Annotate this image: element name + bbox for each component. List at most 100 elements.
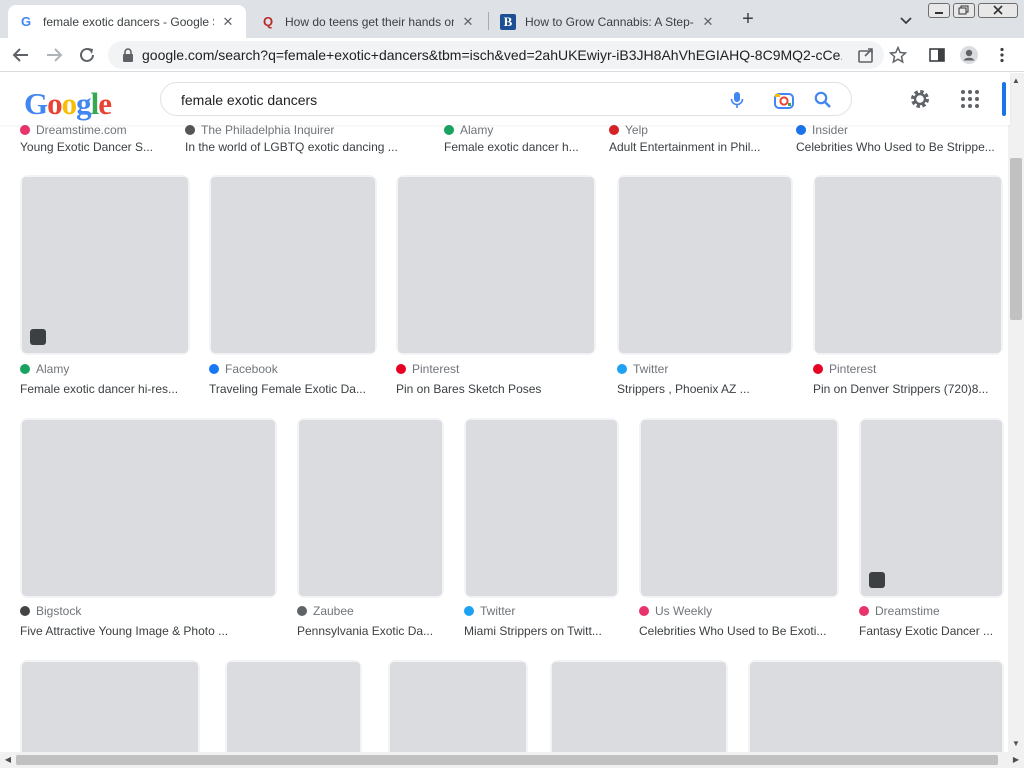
- result-title[interactable]: Celebrities Who Used to Be Exoti...: [639, 624, 839, 638]
- source-favicon-icon: [20, 606, 30, 616]
- close-tab-icon[interactable]: ✕: [220, 14, 236, 30]
- result-source[interactable]: Facebook: [209, 362, 278, 376]
- source-favicon-icon: [185, 125, 195, 135]
- bookmark-button[interactable]: [886, 43, 910, 67]
- google-header: Google female exotic dancers: [0, 73, 1010, 125]
- image-placeholder: [390, 662, 526, 752]
- image-thumbnail[interactable]: [225, 660, 362, 752]
- apps-grid-icon: [961, 90, 979, 108]
- tab-bing[interactable]: B How to Grow Cannabis: A Step-B ✕: [490, 5, 726, 38]
- reload-button[interactable]: [75, 43, 99, 67]
- result-title[interactable]: Female exotic dancer hi-res...: [20, 382, 190, 396]
- scroll-down-arrow[interactable]: ▼: [1008, 736, 1024, 752]
- image-placeholder: [861, 420, 1002, 596]
- result-source[interactable]: Twitter: [617, 362, 668, 376]
- browser-toolbar: google.com/search?q=female+exotic+dancer…: [0, 38, 1024, 72]
- source-name: Us Weekly: [655, 604, 713, 618]
- horizontal-scroll-thumb[interactable]: [16, 755, 998, 765]
- result-title[interactable]: Pin on Bares Sketch Poses: [396, 382, 596, 396]
- result-title[interactable]: Pennsylvania Exotic Da...: [297, 624, 444, 638]
- address-bar[interactable]: google.com/search?q=female+exotic+dancer…: [108, 41, 884, 69]
- result-source[interactable]: The Philadelphia Inquirer: [185, 125, 334, 137]
- apps-button[interactable]: [958, 87, 982, 111]
- image-thumbnail[interactable]: [464, 418, 619, 598]
- image-thumbnail[interactable]: [20, 418, 277, 598]
- settings-button[interactable]: [908, 87, 932, 111]
- image-thumbnail[interactable]: [388, 660, 528, 752]
- image-thumbnail[interactable]: [813, 175, 1003, 355]
- profile-button[interactable]: [957, 43, 981, 67]
- result-source[interactable]: Dreamstime.com: [20, 125, 127, 137]
- image-placeholder: [466, 420, 617, 596]
- result-title[interactable]: In the world of LGBTQ exotic dancing ...: [185, 140, 425, 154]
- tab-google-search[interactable]: G female exotic dancers - Google S ✕: [8, 5, 246, 38]
- result-source[interactable]: Bigstock: [20, 604, 81, 618]
- tab-quora[interactable]: Q How do teens get their hands on ✕: [250, 5, 486, 38]
- result-source[interactable]: Dreamstime: [859, 604, 940, 618]
- result-source[interactable]: Alamy: [444, 125, 493, 137]
- result-title[interactable]: Adult Entertainment in Phil...: [609, 140, 769, 154]
- image-thumbnail[interactable]: [859, 418, 1004, 598]
- result-source[interactable]: Us Weekly: [639, 604, 712, 618]
- sign-in-button-edge[interactable]: [1002, 82, 1006, 116]
- scroll-left-arrow[interactable]: ◀: [0, 752, 16, 768]
- image-thumbnail[interactable]: [550, 660, 728, 752]
- result-source[interactable]: Pinterest: [813, 362, 876, 376]
- search-input[interactable]: female exotic dancers: [181, 92, 317, 108]
- image-thumbnail[interactable]: [396, 175, 596, 355]
- result-source[interactable]: Insider: [796, 125, 848, 137]
- minimize-button[interactable]: [928, 3, 950, 18]
- result-source[interactable]: Pinterest: [396, 362, 459, 376]
- close-tab-icon[interactable]: ✕: [460, 14, 476, 30]
- minimize-icon: [935, 12, 943, 14]
- result-title[interactable]: Five Attractive Young Image & Photo ...: [20, 624, 277, 638]
- tab-divider: [488, 12, 489, 30]
- close-icon: [993, 5, 1003, 15]
- result-title[interactable]: Strippers , Phoenix AZ ...: [617, 382, 793, 396]
- result-title[interactable]: Celebrities Who Used to Be Strippe...: [796, 140, 996, 154]
- quora-icon: Q: [262, 14, 274, 29]
- search-button[interactable]: [813, 90, 833, 110]
- result-title[interactable]: Miami Strippers on Twitt...: [464, 624, 619, 638]
- image-thumbnail[interactable]: [748, 660, 1004, 752]
- scroll-up-arrow[interactable]: ▲: [1008, 73, 1024, 89]
- result-title[interactable]: Pin on Denver Strippers (720)8...: [813, 382, 1003, 396]
- share-button[interactable]: [854, 43, 878, 67]
- tab-title: How to Grow Cannabis: A Step-B: [525, 14, 694, 29]
- image-thumbnail[interactable]: [20, 175, 190, 355]
- result-title[interactable]: Traveling Female Exotic Da...: [209, 382, 377, 396]
- image-thumbnail[interactable]: [209, 175, 377, 355]
- image-thumbnail[interactable]: [617, 175, 793, 355]
- close-tab-icon[interactable]: ✕: [700, 14, 716, 30]
- new-tab-button[interactable]: +: [737, 9, 759, 31]
- result-source[interactable]: Zaubee: [297, 604, 354, 618]
- image-thumbnail[interactable]: [639, 418, 839, 598]
- browser-menu-button[interactable]: [990, 43, 1014, 67]
- google-logo[interactable]: Google: [24, 87, 112, 121]
- image-thumbnail[interactable]: [297, 418, 444, 598]
- lock-icon[interactable]: [114, 48, 142, 62]
- image-thumbnail[interactable]: [20, 660, 200, 752]
- result-source[interactable]: Twitter: [464, 604, 515, 618]
- vertical-scroll-thumb[interactable]: [1010, 158, 1022, 320]
- source-favicon-icon: [609, 125, 619, 135]
- result-title[interactable]: Young Exotic Dancer S...: [20, 140, 180, 154]
- bing-b-icon: B: [500, 13, 516, 30]
- tab-search-button[interactable]: [896, 10, 916, 30]
- lens-search-button[interactable]: [773, 90, 794, 110]
- scroll-right-arrow[interactable]: ▶: [1008, 752, 1024, 768]
- result-source[interactable]: Alamy: [20, 362, 69, 376]
- maximize-button[interactable]: [953, 3, 975, 18]
- side-panel-button[interactable]: [925, 43, 949, 67]
- search-box[interactable]: female exotic dancers: [160, 82, 852, 116]
- image-placeholder: [22, 420, 275, 596]
- result-title[interactable]: Fantasy Exotic Dancer ...: [859, 624, 1004, 638]
- back-button[interactable]: [9, 43, 33, 67]
- result-title[interactable]: Female exotic dancer h...: [444, 140, 594, 154]
- image-placeholder: [552, 662, 726, 752]
- close-window-button[interactable]: [978, 3, 1018, 18]
- voice-search-button[interactable]: [727, 90, 747, 110]
- star-icon: [889, 46, 907, 64]
- forward-button[interactable]: [42, 43, 66, 67]
- result-source[interactable]: Yelp: [609, 125, 648, 137]
